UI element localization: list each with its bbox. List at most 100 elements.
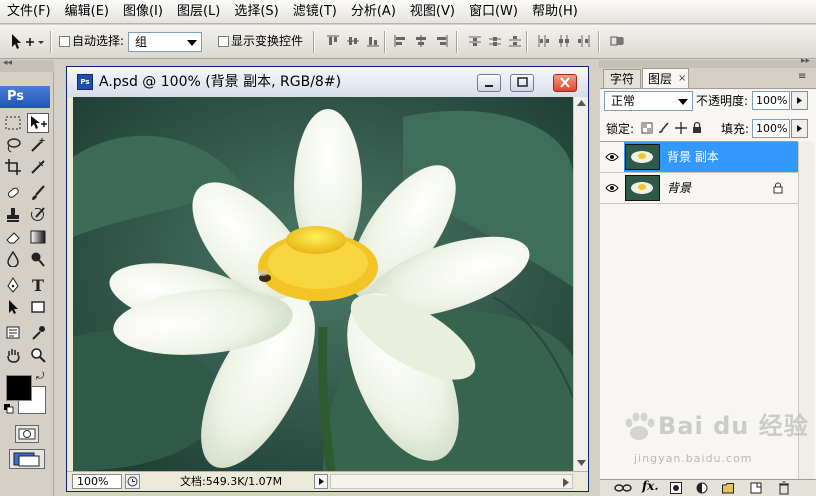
auto-select-checkbox[interactable] [59, 36, 70, 47]
visibility-eye-icon[interactable] [605, 152, 619, 162]
history-brush-tool[interactable] [27, 205, 49, 225]
align-right-icon[interactable] [434, 35, 448, 47]
menu-image[interactable]: 图像(I) [116, 0, 170, 24]
lock-icon [773, 182, 783, 194]
blend-mode-dropdown[interactable]: 正常 [604, 91, 693, 111]
layer-row-background-copy[interactable]: 背景 副本 [600, 142, 798, 173]
distribute-vcenter-icon[interactable] [488, 35, 502, 47]
clone-stamp-tool[interactable] [2, 205, 24, 225]
menu-edit[interactable]: 编辑(E) [58, 0, 116, 24]
vertical-scrollbar[interactable] [573, 97, 588, 471]
lasso-tool[interactable] [2, 135, 24, 155]
type-tool[interactable]: T [27, 275, 49, 295]
canvas[interactable] [73, 97, 573, 471]
menu-analysis[interactable]: 分析(A) [344, 0, 403, 24]
panel-menu-icon[interactable]: ≡ [798, 71, 806, 82]
align-top-icon[interactable] [326, 35, 340, 47]
quick-mask-button[interactable] [15, 425, 39, 443]
delete-layer-icon[interactable] [778, 481, 790, 495]
maximize-button[interactable] [510, 74, 534, 92]
fill-slider-button[interactable] [791, 119, 808, 138]
shape-tool[interactable] [27, 297, 49, 317]
distribute-top-icon[interactable] [468, 35, 482, 47]
status-menu-button[interactable] [125, 474, 140, 489]
healing-brush-tool[interactable] [2, 183, 24, 203]
collapse-icon[interactable]: ◂◂ [3, 58, 12, 68]
magic-wand-icon [31, 138, 45, 152]
path-selection-tool[interactable] [2, 297, 24, 317]
tab-character[interactable]: 字符 [603, 69, 641, 88]
distribute-hcenter-icon[interactable] [557, 35, 571, 47]
notes-tool[interactable] [2, 323, 24, 343]
tab-layers[interactable]: 图层 × [642, 68, 689, 89]
magic-wand-tool[interactable] [27, 135, 49, 155]
menu-layer[interactable]: 图层(L) [170, 0, 227, 24]
auto-align-layers-icon[interactable] [610, 35, 624, 47]
crop-tool[interactable] [2, 157, 24, 177]
distribute-left-icon[interactable] [537, 35, 551, 47]
menu-help[interactable]: 帮助(H) [525, 0, 585, 24]
close-button[interactable] [553, 74, 577, 92]
panel-collapse-icon[interactable]: ▸▸ [801, 56, 810, 66]
default-colors-icon[interactable] [4, 404, 14, 414]
lock-move-icon[interactable] [675, 122, 687, 134]
slice-tool[interactable] [27, 157, 49, 177]
lock-transparent-icon[interactable] [641, 122, 653, 134]
tool-preset-picker[interactable] [8, 32, 44, 52]
ps-logo[interactable]: Ps [0, 86, 50, 108]
scroll-down-icon[interactable] [577, 459, 586, 467]
gradient-tool[interactable] [27, 227, 49, 247]
align-hcenter-icon[interactable] [414, 35, 428, 47]
blur-tool[interactable] [2, 249, 24, 269]
marquee-tool[interactable] [2, 113, 24, 133]
adjustment-layer-icon[interactable] [696, 482, 708, 494]
pen-tool[interactable] [2, 275, 24, 295]
zoom-tool[interactable] [27, 345, 49, 365]
show-transform-checkbox[interactable] [218, 36, 229, 47]
status-arrow-button[interactable] [314, 474, 328, 489]
lock-all-icon[interactable] [691, 121, 703, 134]
new-layer-icon[interactable] [750, 482, 762, 494]
align-vcenter-icon[interactable] [346, 35, 360, 47]
screen-mode-button[interactable] [9, 449, 45, 469]
brush-tool[interactable] [27, 183, 49, 203]
layer-row-background[interactable]: 背景 [600, 173, 798, 204]
opacity-input[interactable]: 100% [752, 91, 790, 110]
document-title: A.psd @ 100% (背景 副本, RGB/8#) [99, 74, 342, 90]
tab-close-icon[interactable]: × [678, 69, 686, 89]
visibility-eye-icon[interactable] [605, 183, 619, 193]
align-left-icon[interactable] [394, 35, 408, 47]
menu-view[interactable]: 视图(V) [403, 0, 462, 24]
swap-colors-icon[interactable]: ⤾ [36, 371, 44, 382]
zoom-field[interactable]: 100% [72, 474, 122, 489]
foreground-color-swatch[interactable] [6, 375, 32, 401]
scroll-up-icon[interactable] [577, 99, 586, 107]
layer-style-icon[interactable]: fx. [642, 479, 659, 493]
new-group-icon[interactable] [722, 482, 734, 494]
eraser-tool[interactable] [2, 227, 24, 247]
minimize-button[interactable] [477, 74, 501, 92]
lock-brush-icon[interactable] [658, 122, 670, 134]
align-bottom-icon[interactable] [366, 35, 380, 47]
opacity-slider-button[interactable] [791, 91, 808, 110]
menu-file[interactable]: 文件(F) [0, 0, 58, 24]
move-tool[interactable] [27, 113, 49, 133]
scroll-right-icon[interactable] [562, 478, 570, 487]
zoom-value: 100% [77, 475, 109, 488]
distribute-bottom-icon[interactable] [508, 35, 522, 47]
hand-tool[interactable] [2, 345, 24, 365]
add-mask-icon[interactable] [670, 482, 682, 494]
menu-window[interactable]: 窗口(W) [462, 0, 525, 24]
menu-filter[interactable]: 滤镜(T) [286, 0, 344, 24]
horizontal-scrollbar[interactable] [330, 474, 573, 489]
eyedropper-tool[interactable] [27, 323, 49, 343]
menu-select[interactable]: 选择(S) [227, 0, 285, 24]
link-layers-icon[interactable] [614, 482, 632, 494]
watermark-brand: Bai du 经验 [658, 412, 809, 440]
watermark-url: jingyan.baidu.com [634, 452, 753, 465]
distribute-right-icon[interactable] [577, 35, 591, 47]
fill-input[interactable]: 100% [752, 119, 790, 138]
auto-select-dropdown[interactable]: 组 [128, 32, 202, 52]
dodge-tool[interactable] [27, 249, 49, 269]
layer-name: 背景 [667, 181, 692, 195]
